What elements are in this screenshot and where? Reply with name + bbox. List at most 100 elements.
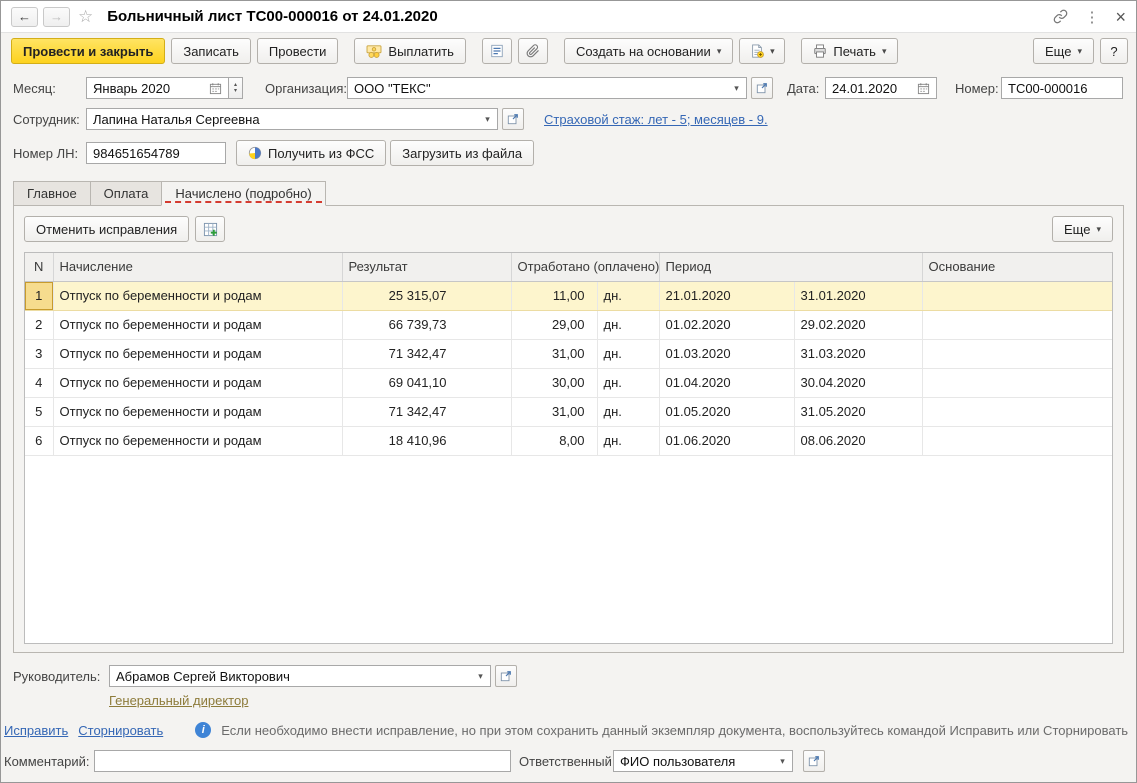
chevron-down-icon[interactable]: [727, 78, 746, 98]
worked-days-cell[interactable]: 31,00: [511, 339, 598, 369]
period-start-cell[interactable]: 01.03.2020: [659, 339, 795, 369]
accrual-cell[interactable]: Отпуск по беременности и родам: [53, 281, 343, 311]
worked-days-cell[interactable]: 31,00: [511, 397, 598, 427]
result-cell[interactable]: 71 342,47: [342, 339, 512, 369]
help-button[interactable]: ?: [1100, 38, 1128, 64]
result-cell[interactable]: 69 041,10: [342, 368, 512, 398]
unit-cell[interactable]: дн.: [597, 397, 660, 427]
row-number-cell[interactable]: 5: [25, 397, 54, 427]
basis-cell[interactable]: [922, 368, 1112, 398]
accrual-cell[interactable]: Отпуск по беременности и родам: [53, 426, 343, 456]
period-start-cell[interactable]: 01.06.2020: [659, 426, 795, 456]
worked-days-cell[interactable]: 30,00: [511, 368, 598, 398]
worked-days-cell[interactable]: 8,00: [511, 426, 598, 456]
calendar-icon[interactable]: [917, 82, 930, 95]
unit-cell[interactable]: дн.: [597, 310, 660, 340]
reverse-link[interactable]: Сторнировать: [78, 723, 163, 738]
accrual-cell[interactable]: Отпуск по беременности и родам: [53, 397, 343, 427]
create-based-on-button[interactable]: Создать на основании: [563, 38, 734, 64]
result-cell[interactable]: 18 410,96: [342, 426, 512, 456]
tab-main[interactable]: Главное: [13, 181, 91, 206]
period-start-cell[interactable]: 01.02.2020: [659, 310, 795, 340]
close-icon[interactable]: [1115, 8, 1126, 26]
tab-payment[interactable]: Оплата: [89, 181, 163, 206]
worked-days-cell[interactable]: 11,00: [511, 281, 598, 311]
tab-accrued-detail[interactable]: Начислено (подробно): [161, 181, 326, 206]
create-related-document-button[interactable]: [739, 38, 786, 64]
worked-days-cell[interactable]: 29,00: [511, 310, 598, 340]
post-button[interactable]: Провести: [256, 38, 339, 64]
sick-leave-number-field[interactable]: [86, 142, 226, 164]
table-row[interactable]: 1 Отпуск по беременности и родам 25 315,…: [25, 281, 1112, 311]
period-end-cell[interactable]: 08.06.2020: [794, 426, 923, 456]
employee-combo[interactable]: Лапина Наталья Сергеевна: [86, 108, 498, 130]
unit-cell[interactable]: дн.: [597, 339, 660, 369]
favorite-star-icon[interactable]: [78, 7, 93, 27]
period-start-cell[interactable]: 21.01.2020: [659, 281, 795, 311]
get-link-icon[interactable]: [1053, 9, 1068, 24]
fix-link[interactable]: Исправить: [4, 723, 68, 738]
table-row[interactable]: 2 Отпуск по беременности и родам 66 739,…: [25, 310, 1112, 340]
unit-cell[interactable]: дн.: [597, 368, 660, 398]
chevron-down-icon[interactable]: [773, 751, 792, 771]
responsible-open-button[interactable]: [803, 750, 825, 772]
employee-open-button[interactable]: [502, 108, 524, 130]
kebab-menu-icon[interactable]: [1084, 8, 1099, 26]
write-button[interactable]: Записать: [171, 38, 251, 64]
pay-button[interactable]: Выплатить: [354, 38, 466, 64]
row-number-cell[interactable]: 2: [25, 310, 54, 340]
month-field[interactable]: Январь 2020: [86, 77, 229, 99]
chevron-down-icon[interactable]: [471, 666, 490, 686]
accrual-cell[interactable]: Отпуск по беременности и родам: [53, 310, 343, 340]
load-from-file-button[interactable]: Загрузить из файла: [390, 140, 535, 166]
more-button[interactable]: Еще: [1033, 38, 1094, 64]
accruals-table[interactable]: N Начисление Результат Отработано (оплач…: [24, 252, 1113, 644]
pay-sheet-button[interactable]: [481, 38, 512, 64]
organization-open-button[interactable]: [751, 77, 773, 99]
responsible-combo[interactable]: ФИО пользователя: [613, 750, 793, 772]
attachments-button[interactable]: [517, 38, 548, 64]
manager-position-link[interactable]: Генеральный директор: [109, 693, 248, 708]
get-from-fss-button[interactable]: Получить из ФСС: [236, 140, 387, 166]
cancel-corrections-button[interactable]: Отменить исправления: [24, 216, 190, 242]
month-stepper[interactable]: [229, 77, 243, 99]
result-cell[interactable]: 66 739,73: [342, 310, 512, 340]
post-and-close-button[interactable]: Провести и закрыть: [11, 38, 166, 64]
row-number-cell[interactable]: 3: [25, 339, 54, 369]
back-button[interactable]: [11, 6, 38, 27]
table-more-button[interactable]: Еще: [1052, 216, 1113, 242]
manager-combo[interactable]: Абрамов Сергей Викторович: [109, 665, 491, 687]
chevron-down-icon[interactable]: [478, 109, 497, 129]
date-field[interactable]: 24.01.2020: [825, 77, 937, 99]
table-row[interactable]: 3 Отпуск по беременности и родам 71 342,…: [25, 339, 1112, 369]
organization-combo[interactable]: ООО "ТЕКС": [347, 77, 747, 99]
period-end-cell[interactable]: 31.01.2020: [794, 281, 923, 311]
period-end-cell[interactable]: 31.05.2020: [794, 397, 923, 427]
table-row[interactable]: 6 Отпуск по беременности и родам 18 410,…: [25, 426, 1112, 456]
unit-cell[interactable]: дн.: [597, 281, 660, 311]
row-number-cell[interactable]: 1: [25, 281, 54, 311]
number-field[interactable]: [1001, 77, 1123, 99]
period-end-cell[interactable]: 29.02.2020: [794, 310, 923, 340]
basis-cell[interactable]: [922, 397, 1112, 427]
basis-cell[interactable]: [922, 339, 1112, 369]
accrual-cell[interactable]: Отпуск по беременности и родам: [53, 339, 343, 369]
period-start-cell[interactable]: 01.05.2020: [659, 397, 795, 427]
insurance-record-link[interactable]: Страховой стаж: лет - 5; месяцев - 9.: [544, 112, 768, 127]
row-number-cell[interactable]: 6: [25, 426, 54, 456]
table-row[interactable]: 5 Отпуск по беременности и родам 71 342,…: [25, 397, 1112, 427]
basis-cell[interactable]: [922, 426, 1112, 456]
pick-selection-button[interactable]: [195, 216, 226, 242]
accrual-cell[interactable]: Отпуск по беременности и родам: [53, 368, 343, 398]
forward-button[interactable]: [43, 6, 70, 27]
comment-input[interactable]: [94, 750, 511, 772]
period-end-cell[interactable]: 30.04.2020: [794, 368, 923, 398]
unit-cell[interactable]: дн.: [597, 426, 660, 456]
result-cell[interactable]: 71 342,47: [342, 397, 512, 427]
result-cell[interactable]: 25 315,07: [342, 281, 512, 311]
manager-open-button[interactable]: [495, 665, 517, 687]
table-row[interactable]: 4 Отпуск по беременности и родам 69 041,…: [25, 368, 1112, 398]
basis-cell[interactable]: [922, 310, 1112, 340]
row-number-cell[interactable]: 4: [25, 368, 54, 398]
period-end-cell[interactable]: 31.03.2020: [794, 339, 923, 369]
